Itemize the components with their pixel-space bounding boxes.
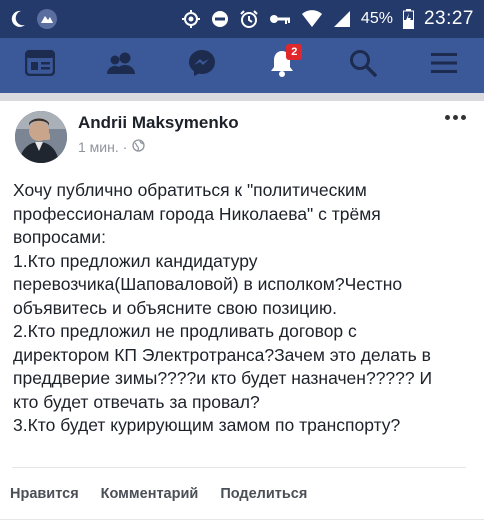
post-line: 2.Кто предложил не продливать договор с [13, 321, 357, 341]
status-bar: 45% 23:27 [0, 0, 484, 38]
like-button[interactable]: Нравится [10, 486, 79, 502]
post-line: вопросами: [13, 227, 106, 247]
nav-friends[interactable] [97, 42, 145, 90]
post-meta: 1 мин. · [78, 139, 145, 155]
battery-icon [402, 9, 414, 29]
do-not-disturb-icon [211, 10, 229, 28]
more-dot [453, 115, 458, 120]
privacy-globe-icon [132, 139, 145, 155]
post-body: Хочу публично обратиться к "политическим… [13, 179, 475, 438]
location-icon [181, 9, 201, 29]
moon-icon [10, 10, 26, 28]
notification-badge: 2 [286, 43, 303, 60]
more-options-button[interactable] [445, 115, 466, 120]
feed-separator [0, 93, 484, 101]
wifi-icon [301, 10, 323, 28]
comment-button[interactable]: Комментарий [101, 486, 199, 502]
messenger-icon [188, 49, 216, 82]
nav-news-feed[interactable] [16, 42, 64, 90]
nav-messenger[interactable] [178, 42, 226, 90]
post-line: преддверие зимы????и кто будет назначен?… [13, 368, 433, 388]
top-nav-bar: 2 [0, 38, 484, 93]
nav-notifications[interactable]: 2 [258, 42, 306, 90]
app-notification-icon [36, 8, 58, 30]
post-line: перевозчика(Шаповаловой) в исполком?Чест… [13, 274, 403, 294]
key-icon [269, 12, 291, 26]
actions-divider [12, 467, 466, 468]
search-icon [349, 49, 377, 82]
post-bottom-divider [0, 519, 484, 520]
alarm-icon [239, 9, 259, 29]
post-line: объявитесь и объясните свою позицию. [13, 297, 337, 318]
post-actions: Нравится Комментарий Поделиться [10, 486, 307, 502]
post-line: Хочу публично обратиться к "политическим [13, 180, 367, 200]
author-name[interactable]: Andrii Maksymenko [78, 113, 239, 133]
post-line: 3.Кто будет курирующим замом по транспор… [13, 415, 401, 435]
friends-icon [106, 51, 136, 80]
more-dot [445, 115, 450, 120]
feed-post: Andrii Maksymenko 1 мин. · Хочу публично… [0, 101, 484, 531]
news-feed-icon [25, 49, 56, 81]
share-button[interactable]: Поделиться [220, 486, 307, 502]
nav-search[interactable] [339, 42, 387, 90]
post-line: директором КП Электротранса?Зачем это де… [13, 344, 431, 365]
more-dot [461, 115, 466, 120]
signal-icon [333, 10, 351, 28]
clock: 23:27 [423, 8, 474, 29]
author-avatar[interactable] [15, 111, 67, 163]
post-line: профессионалам города Николаева" с трёмя [13, 203, 381, 224]
post-time[interactable]: 1 мин. · [78, 139, 127, 155]
menu-icon [430, 51, 458, 80]
post-line: кто будет отвечать за провал? [13, 391, 260, 412]
battery-percent: 45% [360, 10, 393, 27]
post-line: 1.Кто предложил кандидатуру [13, 250, 258, 271]
nav-menu[interactable] [420, 42, 468, 90]
